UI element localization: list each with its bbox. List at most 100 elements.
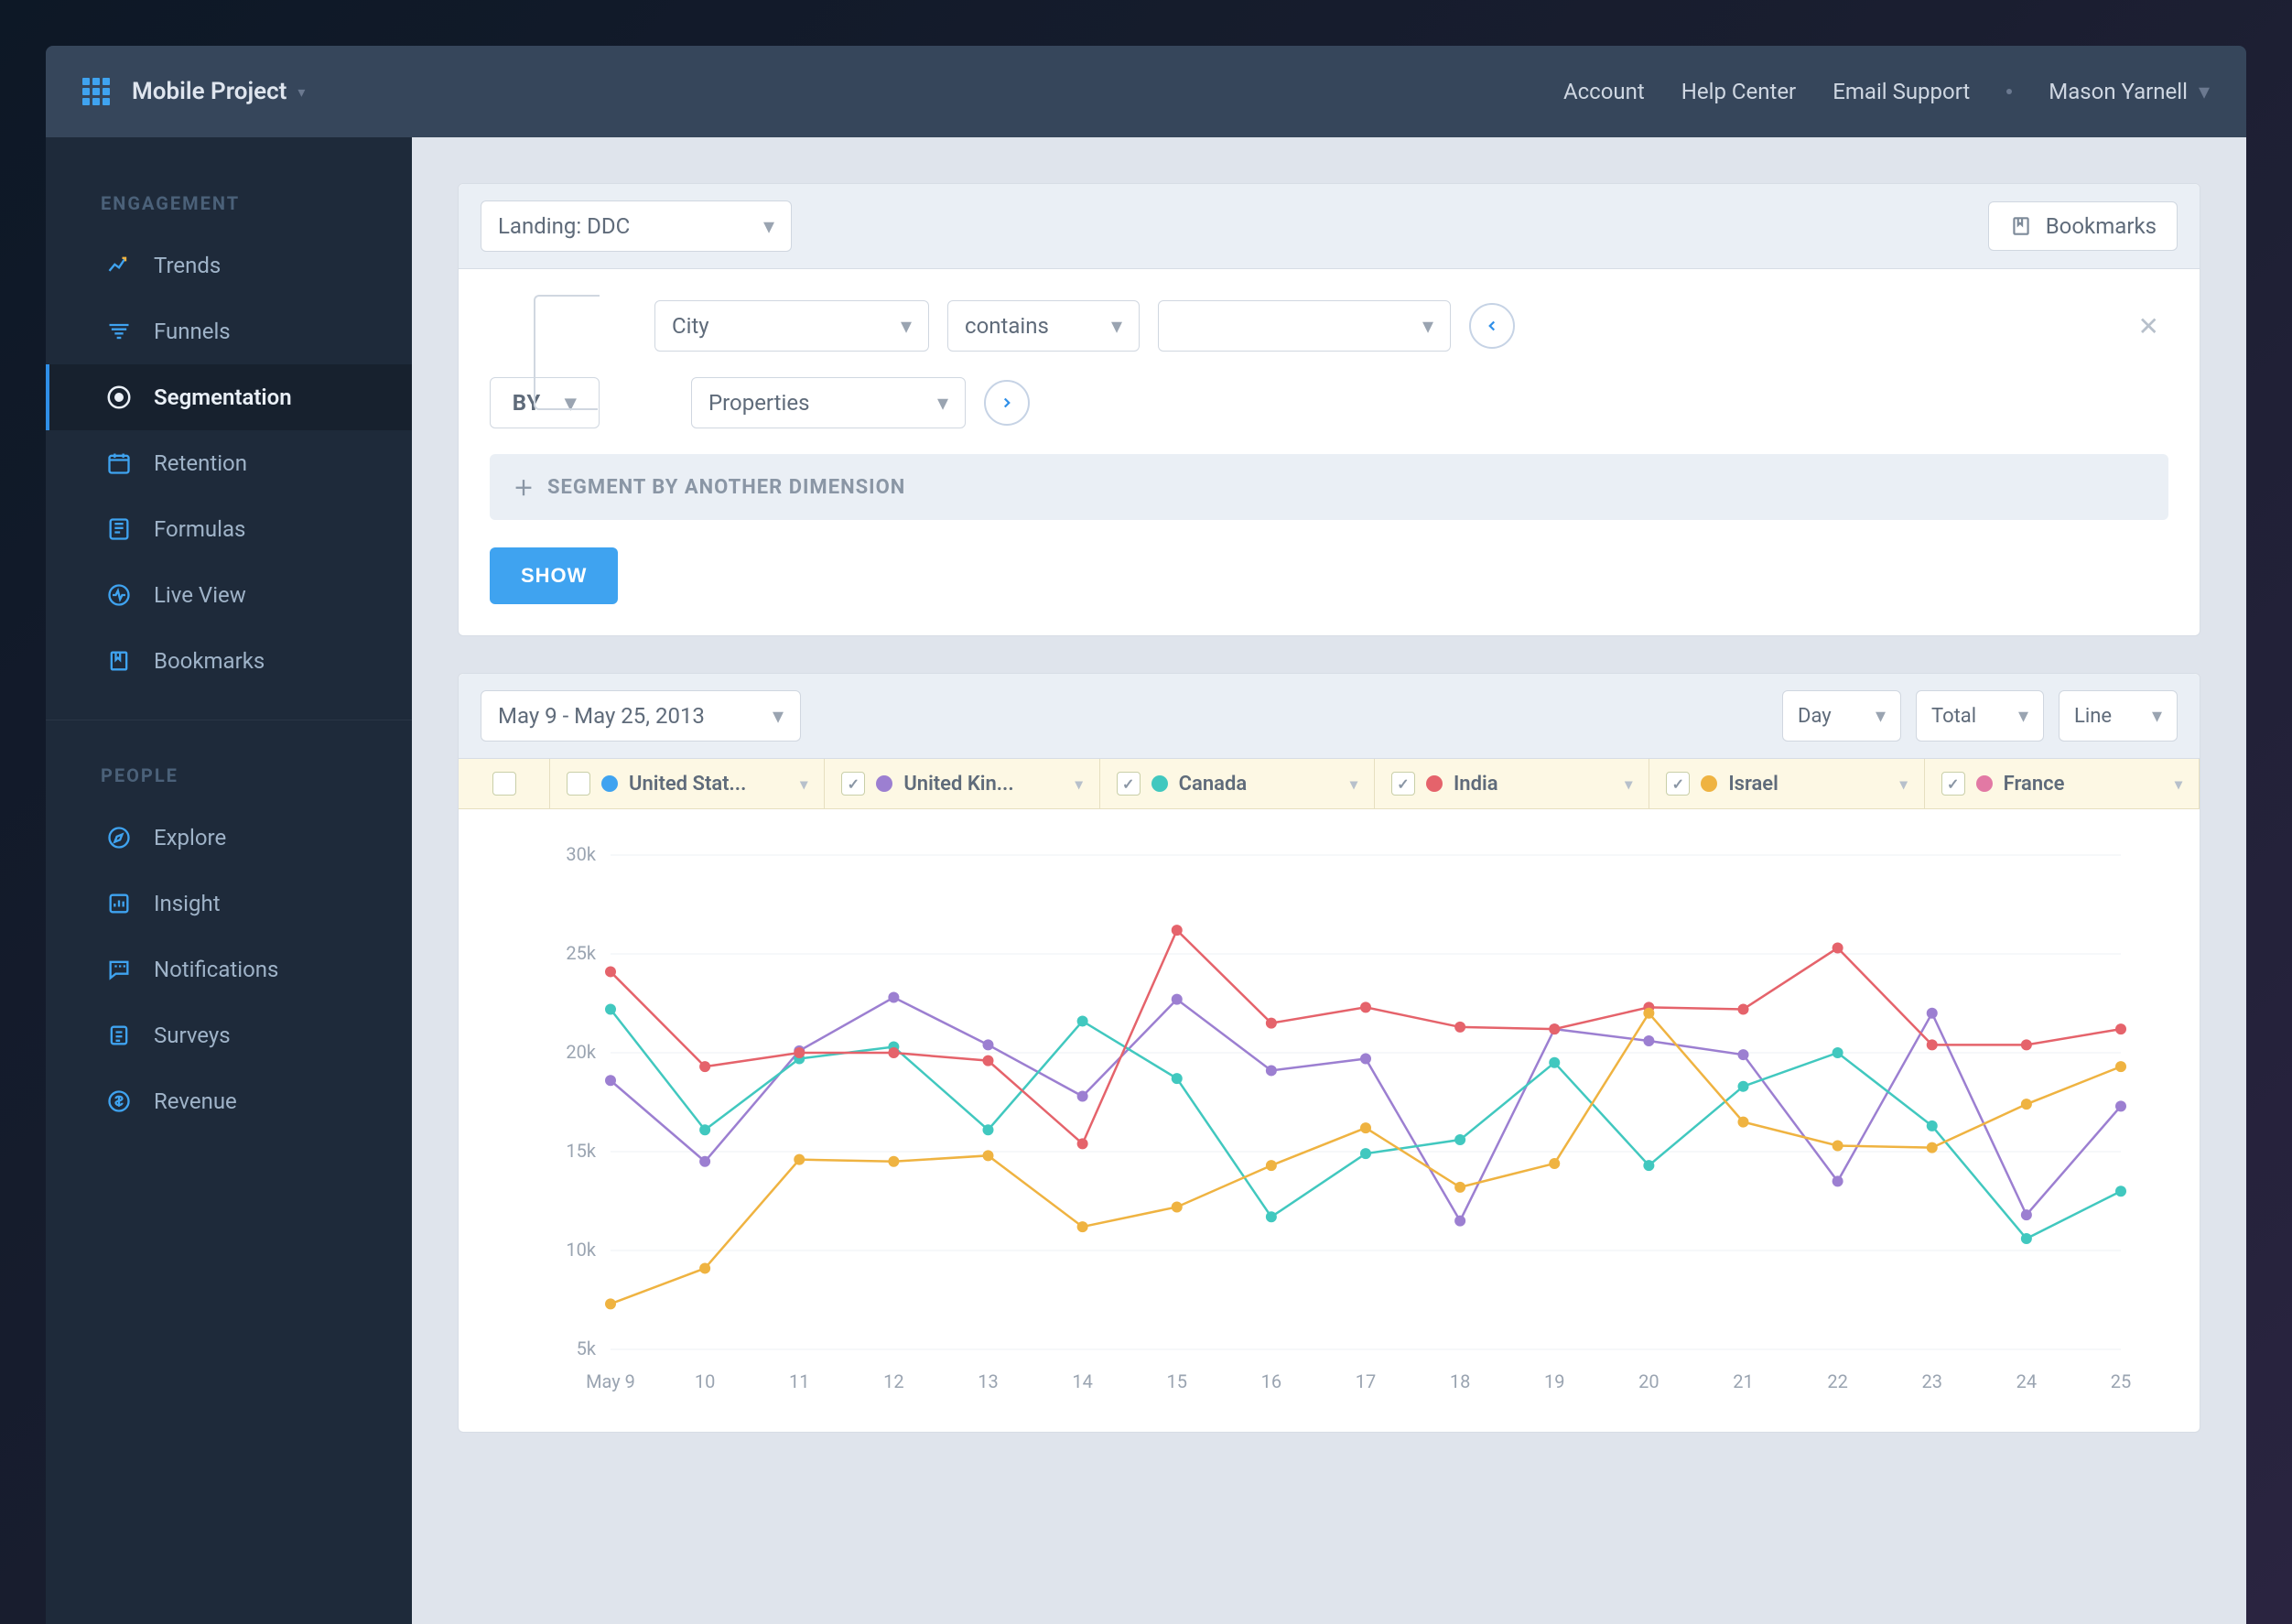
line-chart: 5k10k15k20k25k30kMay 9101112131415161718… (514, 837, 2172, 1404)
svg-text:11: 11 (789, 1370, 809, 1392)
sidebar-section-engagement: ENGAGEMENT (46, 174, 412, 233)
svg-text:17: 17 (1356, 1370, 1376, 1392)
filter-operator-value: contains (965, 313, 1049, 339)
granularity-select[interactable]: Day ▾ (1782, 690, 1901, 742)
sidebar-item-bookmarks[interactable]: Bookmarks (46, 628, 412, 694)
chevron-down-icon[interactable]: ▾ (297, 83, 305, 101)
legend-item[interactable]: ✓India▾ (1375, 759, 1649, 808)
legend-item[interactable]: ✓Canada▾ (1100, 759, 1375, 808)
chevron-down-icon: ▾ (773, 703, 784, 729)
svg-text:10k: 10k (566, 1239, 596, 1261)
bookmark-icon (2009, 214, 2033, 238)
sidebar-item-notifications[interactable]: Notifications (46, 937, 412, 1002)
sidebar-item-label: Explore (154, 825, 226, 850)
groupby-property-select[interactable]: Properties ▾ (691, 377, 966, 428)
svg-text:15: 15 (1167, 1370, 1187, 1392)
sidebar-item-explore[interactable]: Explore (46, 805, 412, 871)
sidebar-item-retention[interactable]: Retention (46, 430, 412, 496)
granularity-value: Day (1798, 705, 1832, 728)
svg-text:30k: 30k (566, 843, 596, 865)
svg-text:23: 23 (1922, 1370, 1942, 1392)
filter-value-select[interactable]: ▾ (1158, 300, 1451, 352)
sidebar-item-formulas[interactable]: Formulas (46, 496, 412, 562)
chart-type-select[interactable]: Line ▾ (2059, 690, 2178, 742)
topbar-nav: Account Help Center Email Support Mason … (1563, 79, 2210, 104)
sidebar-item-label: Notifications (154, 957, 278, 982)
legend-item[interactable]: ✓France▾ (1925, 759, 2200, 808)
sidebar-item-label: Segmentation (154, 384, 292, 410)
sidebar-section-people: PEOPLE (46, 746, 412, 805)
sidebar-item-insight[interactable]: Insight (46, 871, 412, 937)
series-color-dot (1701, 775, 1717, 792)
nav-email-support[interactable]: Email Support (1833, 79, 1970, 104)
chevron-down-icon: ▾ (2018, 705, 2028, 728)
show-button[interactable]: SHOW (490, 547, 618, 604)
expand-groupby-button[interactable] (984, 380, 1030, 426)
bookmarks-icon (104, 646, 134, 676)
chart-card: May 9 - May 25, 2013 ▾ Day ▾ Total ▾ (458, 673, 2200, 1433)
event-select[interactable]: Landing: DDC ▾ (481, 200, 792, 252)
checkbox-icon (492, 772, 516, 796)
segmentation-icon (104, 383, 134, 412)
sidebar-item-label: Insight (154, 891, 221, 916)
nav-account[interactable]: Account (1563, 79, 1645, 104)
checkbox-icon: ✓ (841, 772, 865, 796)
svg-text:20k: 20k (566, 1041, 596, 1063)
series-color-dot (876, 775, 892, 792)
bookmarks-button[interactable]: Bookmarks (1988, 201, 2178, 251)
measure-value: Total (1931, 705, 1976, 728)
chevron-down-icon: ▾ (1900, 775, 1908, 793)
sidebar-item-trends[interactable]: Trends (46, 233, 412, 298)
svg-text:24: 24 (2016, 1370, 2037, 1392)
retention-icon (104, 449, 134, 478)
sidebar-item-funnels[interactable]: Funnels (46, 298, 412, 364)
filter-property-select[interactable]: City ▾ (654, 300, 929, 352)
svg-text:19: 19 (1544, 1370, 1564, 1392)
svg-text:25k: 25k (566, 942, 596, 964)
filter-operator-select[interactable]: contains ▾ (947, 300, 1140, 352)
chevron-down-icon: ▾ (763, 213, 774, 239)
chevron-down-icon: ▾ (2199, 79, 2210, 104)
chart-area: 5k10k15k20k25k30kMay 9101112131415161718… (459, 809, 2200, 1432)
app-window: Mobile Project ▾ Account Help Center Ema… (46, 46, 2246, 1624)
user-menu[interactable]: Mason Yarnell ▾ (2049, 79, 2210, 104)
legend-item[interactable]: ✓ United Kin... ▾ (825, 759, 1099, 808)
svg-text:16: 16 (1261, 1370, 1281, 1392)
collapse-filter-button[interactable] (1469, 303, 1515, 349)
checkbox-icon (567, 772, 590, 796)
legend-item[interactable]: United Stat...▾ (550, 759, 825, 808)
app-launcher-icon[interactable] (82, 78, 110, 105)
svg-text:20: 20 (1638, 1370, 1659, 1392)
event-select-value: Landing: DDC (498, 213, 630, 239)
svg-text:10: 10 (695, 1370, 715, 1392)
sidebar-item-revenue[interactable]: Revenue (46, 1068, 412, 1134)
nav-help-center[interactable]: Help Center (1681, 79, 1796, 104)
chevron-down-icon: ▾ (1876, 705, 1886, 728)
chevron-down-icon: ▾ (1076, 775, 1083, 793)
remove-filter-button[interactable]: ✕ (2138, 311, 2168, 341)
revenue-icon (104, 1087, 134, 1116)
chevron-right-icon (999, 395, 1015, 411)
svg-text:13: 13 (978, 1370, 998, 1392)
plus-icon: ＋ (514, 472, 535, 502)
legend-label: United Kin... (903, 773, 1013, 796)
legend-selectall[interactable] (459, 759, 550, 808)
legend-item[interactable]: ✓Israel▾ (1649, 759, 1924, 808)
sidebar-item-surveys[interactable]: Surveys (46, 1002, 412, 1068)
add-dimension-button[interactable]: ＋ SEGMENT BY ANOTHER DIMENSION (490, 454, 2168, 520)
sidebar-item-segmentation[interactable]: Segmentation (46, 364, 412, 430)
date-range-select[interactable]: May 9 - May 25, 2013 ▾ (481, 690, 801, 742)
trends-icon (104, 251, 134, 280)
funnels-icon (104, 317, 134, 346)
measure-select[interactable]: Total ▾ (1916, 690, 2044, 742)
tree-connector (534, 319, 598, 410)
sidebar-item-label: Retention (154, 450, 247, 476)
separator-dot (2006, 89, 2012, 94)
project-name[interactable]: Mobile Project (132, 78, 286, 105)
sidebar-item-live-view[interactable]: Live View (46, 562, 412, 628)
chevron-down-icon: ▾ (2175, 775, 2182, 793)
chevron-down-icon: ▾ (800, 775, 807, 793)
explore-icon (104, 823, 134, 852)
sidebar-item-label: Formulas (154, 516, 245, 542)
filter-row: City ▾ contains ▾ ▾ (490, 300, 2168, 352)
